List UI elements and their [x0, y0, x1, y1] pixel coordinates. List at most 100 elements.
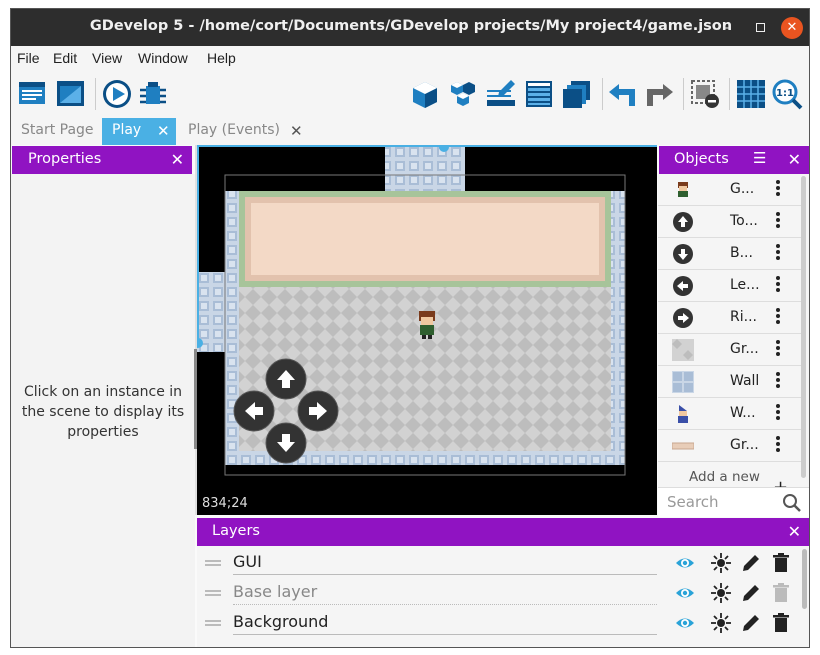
player-sprite[interactable]	[419, 311, 435, 339]
scene-canvas[interactable]: 834;24	[197, 145, 657, 515]
menu-view[interactable]: View	[92, 50, 122, 66]
panel-title: Layers	[212, 523, 260, 539]
undo-icon[interactable]	[607, 78, 639, 110]
list-item[interactable]: To...	[658, 206, 801, 238]
layers-scrollbar[interactable]	[802, 549, 807, 609]
tab-label: Play (Events)	[188, 122, 280, 138]
objects-search[interactable]: Search	[658, 487, 809, 517]
drag-handle-icon[interactable]	[205, 590, 221, 596]
object-name: Le...	[730, 277, 760, 293]
more-options-icon[interactable]	[774, 306, 782, 326]
dpad-left-button[interactable]	[233, 390, 275, 432]
tab-label: Start Page	[21, 122, 94, 138]
project-manager-icon[interactable]	[17, 78, 49, 110]
wizard-sprite-icon	[678, 405, 688, 423]
close-window-button[interactable]: ✕	[781, 17, 803, 39]
drag-handle-icon[interactable]	[205, 620, 221, 626]
dpad-down-button[interactable]	[265, 422, 307, 464]
tab-label: Play	[112, 122, 142, 138]
objects-panel-icon[interactable]	[409, 78, 441, 110]
wall	[611, 191, 625, 451]
lighting-icon[interactable]	[711, 613, 731, 633]
search-input[interactable]: Search	[667, 493, 719, 511]
object-groups-icon[interactable]	[447, 78, 479, 110]
layer-name[interactable]: Base layer	[233, 582, 657, 605]
layer-name[interactable]: GUI	[233, 552, 657, 575]
edit-pencil-icon[interactable]	[741, 613, 761, 633]
eye-icon[interactable]	[675, 553, 695, 573]
layers-panel-header: Layers ✕	[197, 518, 809, 546]
minimize-button[interactable]: –	[717, 17, 739, 39]
list-item[interactable]: W...	[658, 398, 801, 430]
objects-scrollbar[interactable]	[801, 176, 806, 478]
drag-handle-icon[interactable]	[205, 560, 221, 566]
dialog-panel	[248, 200, 602, 278]
list-item[interactable]: G...	[658, 174, 801, 206]
more-options-icon[interactable]	[774, 242, 782, 262]
tab-start-page[interactable]: Start Page	[11, 118, 101, 145]
layer-row[interactable]: Base layer	[197, 578, 801, 608]
close-panel-icon[interactable]: ✕	[171, 150, 184, 169]
zoom-reset-icon[interactable]: 1:1	[771, 78, 803, 110]
lighting-icon[interactable]	[711, 583, 731, 603]
eye-icon[interactable]	[675, 613, 695, 633]
layer-row[interactable]: Background	[197, 608, 801, 638]
panel-title: Properties	[28, 151, 102, 167]
more-options-icon[interactable]	[774, 274, 782, 294]
lighting-icon[interactable]	[711, 553, 731, 573]
more-options-icon[interactable]	[774, 338, 782, 358]
wall-top	[385, 145, 465, 191]
object-name: B...	[730, 245, 753, 261]
preview-play-icon[interactable]	[101, 78, 133, 110]
close-panel-icon[interactable]: ✕	[788, 150, 801, 169]
tab-play-events[interactable]: Play (Events) ✕	[177, 118, 309, 145]
menu-window[interactable]: Window	[138, 50, 188, 66]
layer-name[interactable]: Background	[233, 612, 657, 635]
delete-trash-icon[interactable]	[771, 613, 791, 633]
edit-pencil-icon[interactable]	[741, 553, 761, 573]
list-item[interactable]: Ri...	[658, 302, 801, 334]
redo-icon[interactable]	[643, 78, 675, 110]
layers-panel-icon[interactable]	[561, 78, 593, 110]
filter-icon[interactable]: ☰	[753, 149, 766, 167]
close-panel-icon[interactable]: ✕	[788, 522, 801, 541]
scene-editor-icon[interactable]	[55, 78, 87, 110]
tab-play[interactable]: Play ✕	[102, 118, 176, 145]
eye-icon[interactable]	[675, 583, 695, 603]
layer-row[interactable]: GUI	[197, 548, 801, 578]
more-options-icon[interactable]	[774, 370, 782, 390]
scene-render[interactable]	[197, 145, 657, 515]
list-item[interactable]: Wall	[658, 366, 801, 398]
list-item[interactable]: Gr...	[658, 334, 801, 366]
menu-help[interactable]: Help	[207, 50, 236, 66]
more-options-icon[interactable]	[774, 210, 782, 230]
objects-panel-header: Objects ☰ ✕	[659, 146, 809, 174]
edit-pencil-icon[interactable]	[741, 583, 761, 603]
maximize-button[interactable]	[749, 17, 771, 39]
app-window: GDevelop 5 - /home/cort/Documents/GDevel…	[10, 8, 810, 648]
instances-list-icon[interactable]	[523, 78, 555, 110]
maximize-icon	[755, 23, 765, 32]
list-item[interactable]: Le...	[658, 270, 801, 302]
properties-edit-icon[interactable]	[485, 78, 517, 110]
delete-selection-icon[interactable]	[689, 78, 721, 110]
grid-toggle-icon[interactable]	[735, 78, 767, 110]
object-name: Ri...	[730, 309, 757, 325]
add-new-object-button[interactable]: Add a new	[689, 469, 760, 485]
list-item[interactable]: B...	[658, 238, 801, 270]
more-options-icon[interactable]	[774, 434, 782, 454]
tab-close-icon[interactable]: ✕	[290, 122, 303, 140]
object-name: Gr...	[730, 437, 759, 453]
dpad-up-button[interactable]	[265, 358, 307, 400]
debugger-bug-icon[interactable]	[137, 78, 169, 110]
menu-file[interactable]: File	[17, 50, 40, 66]
toolbar-separator	[683, 78, 684, 110]
list-item[interactable]: Gr...	[658, 430, 801, 462]
tab-close-icon[interactable]: ✕	[157, 122, 170, 140]
dpad-right-button[interactable]	[297, 390, 339, 432]
more-options-icon[interactable]	[774, 178, 782, 198]
menu-edit[interactable]: Edit	[53, 50, 77, 66]
delete-trash-icon[interactable]	[771, 553, 791, 573]
wall	[225, 191, 239, 331]
more-options-icon[interactable]	[774, 402, 782, 422]
